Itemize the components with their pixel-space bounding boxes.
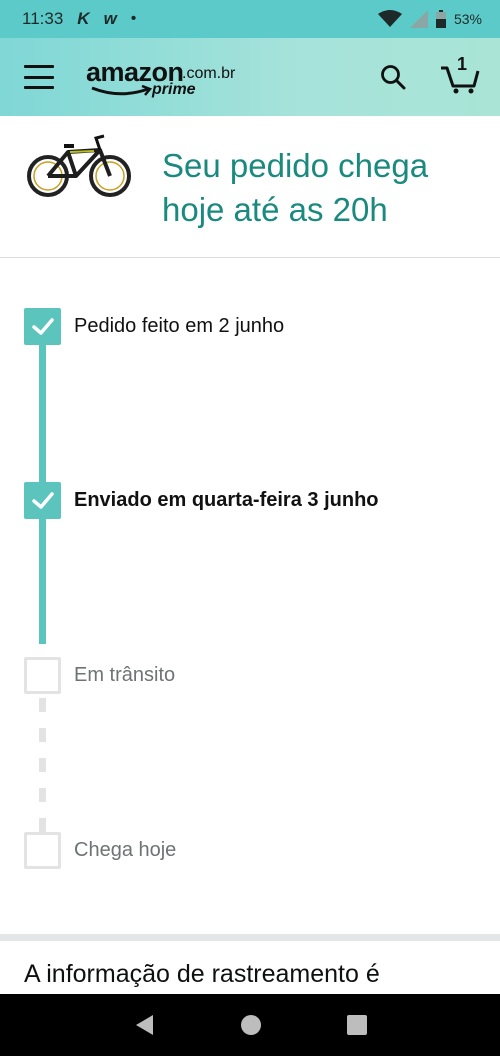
step-label: Em trânsito [74, 664, 176, 686]
delivery-banner: Seu pedido chega hoje até as 20h [0, 116, 500, 258]
status-bar: 11:33 K w • 53% [0, 0, 500, 38]
check-icon [24, 308, 61, 345]
tracking-info-heading: A informação de rastreamento é [24, 960, 380, 988]
timeline-step-shipped: Enviado em quarta-feira 3 junho [24, 482, 379, 519]
section-divider [0, 934, 500, 941]
check-icon [24, 482, 61, 519]
battery-percent: 53% [453, 11, 482, 27]
signal-icon [409, 10, 428, 28]
delivery-headline: Seu pedido chega hoje até as 20h [162, 147, 429, 228]
amazon-prime-logo[interactable]: amazon .com.br prime [86, 55, 246, 99]
recents-icon[interactable] [347, 1015, 368, 1035]
app-header: amazon .com.br prime 1 [0, 38, 500, 116]
product-image-bicycle[interactable] [24, 130, 134, 200]
timeline-step-in-transit: Em trânsito [24, 657, 175, 694]
wifi-icon [377, 10, 402, 27]
empty-checkbox-icon [24, 657, 61, 694]
timeline-step-ordered: Pedido feito em 2 junho [24, 308, 284, 345]
timeline-pending-line [39, 698, 46, 838]
smile-arrow-icon [91, 85, 153, 96]
menu-icon[interactable] [24, 65, 54, 89]
logo-prime: prime [152, 81, 196, 98]
step-label: Enviado em quarta-feira 3 junho [74, 489, 379, 511]
step-label: Chega hoje [74, 839, 177, 861]
step-label: Pedido feito em 2 junho [74, 315, 285, 337]
system-nav-bar [0, 994, 500, 1056]
notification-w-icon: w [103, 9, 117, 28]
tracking-timeline: Pedido feito em 2 junho Enviado em quart… [0, 258, 500, 934]
timeline-step-arrives: Chega hoje [24, 832, 176, 869]
notification-k-icon: K [77, 9, 90, 28]
battery-icon [435, 10, 446, 28]
search-icon[interactable] [380, 64, 406, 90]
status-time: 11:33 [22, 9, 64, 28]
empty-checkbox-icon [24, 832, 61, 869]
back-icon[interactable] [133, 1013, 155, 1037]
home-icon[interactable] [240, 1014, 262, 1036]
notification-dot-icon: • [130, 10, 137, 27]
cart-count: 1 [457, 54, 468, 74]
cart-button[interactable]: 1 [440, 54, 480, 94]
